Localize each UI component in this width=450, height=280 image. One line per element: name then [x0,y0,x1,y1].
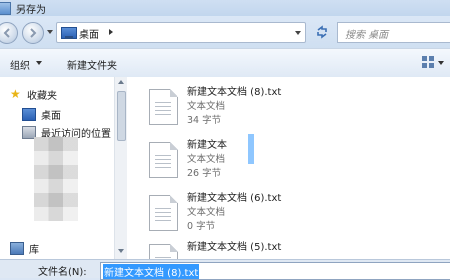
scroll-up-icon[interactable] [118,80,124,84]
file-name: 新建文本文档 (5).txt [187,242,282,253]
file-name: 新建文本文档 (6).txt [187,193,282,204]
chevron-right-icon[interactable] [107,28,115,36]
search-placeholder: 搜索 桌面 [345,30,389,41]
navigation-pane: ★ 收藏夹 桌面 最近访问的位置 库 [0,77,114,259]
address-dropdown-icon[interactable] [294,29,302,37]
desktop-icon [61,27,77,39]
title-bar: 另存为 [0,0,450,16]
window-icon [0,2,11,15]
scrollbar-thumb[interactable] [117,91,126,141]
address-location[interactable]: 桌面 [79,26,99,41]
chevron-down-icon [36,61,42,65]
list-item[interactable]: 新建文本文档 (8).txt 文本文档 34 字节 [149,81,389,133]
forward-arrow-icon [30,28,37,38]
filename-label: 文件名(N): [38,267,87,278]
text-file-icon [149,244,178,259]
text-file-icon [149,142,178,178]
sidebar-item-label: 库 [29,245,39,256]
refresh-button[interactable] [311,22,333,41]
organize-button[interactable]: 组织 [10,57,30,72]
file-name: 新建文本 [187,140,227,151]
list-item[interactable]: 新建文本文档 (6).txt 文本文档 0 字节 [149,187,389,239]
navigation-scrollbar[interactable] [114,77,127,259]
list-item[interactable]: 新建文本文档 (5).txt [149,236,389,259]
file-size: 0 字节 [187,221,216,232]
search-input[interactable]: 搜索 桌面 [337,22,450,43]
sidebar-item-desktop[interactable]: 桌面 [22,107,61,122]
file-size: 26 字节 [187,168,222,179]
file-type: 文本文档 [187,154,226,165]
filename-input[interactable]: 新建文本文档 (8).txt [100,262,450,280]
view-options-icon[interactable] [421,55,435,69]
sidebar-item-favorites[interactable]: ★ 收藏夹 [10,87,57,102]
back-arrow-icon [3,28,10,38]
sidebar-item-label: 桌面 [41,111,61,122]
library-icon [10,242,24,255]
refresh-icon [317,24,327,39]
text-file-icon [149,195,178,231]
star-icon: ★ [10,87,21,101]
address-bar[interactable]: 桌面 [56,22,306,43]
file-name: 新建文本文档 (8).txt [187,87,282,98]
pixelated-redaction [34,137,78,221]
filename-row: 文件名(N): 新建文本文档 (8).txt [0,259,450,280]
scroll-down-icon[interactable] [118,249,124,253]
text-file-icon [149,89,178,125]
new-folder-button[interactable]: 新建文件夹 [67,57,117,72]
history-dropdown-icon[interactable] [46,28,54,36]
file-type: 文本文档 [187,207,226,218]
window-title: 另存为 [16,5,46,16]
list-item[interactable]: 新建文本 文本文档 26 字节 [149,134,389,186]
file-size: 34 字节 [187,115,222,126]
file-list: 新建文本文档 (8).txt 文本文档 34 字节 新建文本 文本文档 26 字… [127,77,450,259]
rename-selection [248,134,254,164]
sidebar-item-libraries[interactable]: 库 [10,241,39,256]
sidebar-item-label: 收藏夹 [27,91,57,102]
forward-button[interactable] [22,22,44,44]
view-dropdown-icon[interactable] [438,61,444,65]
file-type: 文本文档 [187,101,226,112]
desktop-icon [22,108,36,121]
command-bar: 组织 新建文件夹 [0,48,450,78]
